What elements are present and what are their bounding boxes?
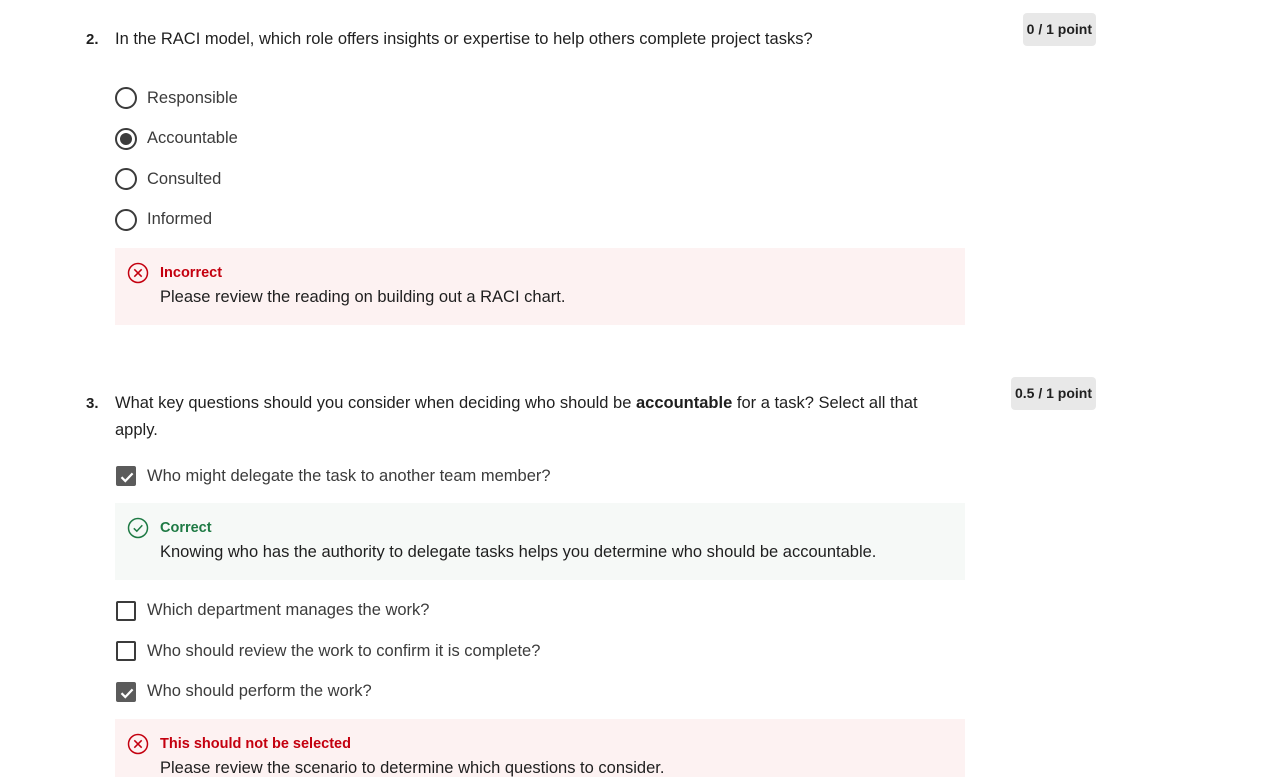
option-consulted[interactable]: Consulted	[115, 159, 1096, 200]
option-label: Who might delegate the task to another t…	[147, 466, 551, 485]
option-label: Who should review the work to confirm it…	[147, 641, 541, 660]
feedback-status: Incorrect	[160, 265, 223, 281]
option-accountable[interactable]: Accountable	[115, 119, 1096, 160]
option-label: Accountable	[147, 129, 238, 148]
question-3: 3. What key questions should you conside…	[86, 377, 1096, 777]
checkmark-icon	[120, 472, 134, 483]
option-department[interactable]: Which department manages the work?	[115, 591, 1096, 632]
option-perform[interactable]: Who should perform the work?	[115, 672, 1096, 713]
checkbox[interactable]	[116, 641, 136, 662]
option-label: Informed	[147, 210, 213, 229]
feedback-incorrect: Incorrect Please review the reading on b…	[115, 248, 965, 325]
points-badge: 0 / 1 point	[1022, 13, 1096, 46]
question-emphasis: accountable	[636, 394, 733, 412]
option-label: Which department manages the work?	[147, 601, 430, 620]
option-label: Consulted	[147, 169, 222, 188]
answer-options: Which department manages the work? Who s…	[115, 591, 1096, 713]
points-badge: 0.5 / 1 point	[1010, 377, 1096, 410]
x-circle-icon	[127, 262, 149, 284]
checkmark-icon	[120, 688, 134, 699]
feedback-incorrect: This should not be selected Please revie…	[115, 719, 965, 777]
question-number: 2.	[86, 31, 99, 48]
feedback-correct: Correct Knowing who has the authority to…	[115, 502, 965, 580]
option-label: Who should perform the work?	[147, 682, 372, 701]
option-responsible[interactable]: Responsible	[115, 78, 1096, 119]
option-informed[interactable]: Informed	[115, 200, 1096, 241]
radio-button[interactable]	[115, 168, 137, 191]
feedback-message: Knowing who has the authority to delegat…	[160, 542, 877, 561]
checkbox-checked[interactable]	[116, 681, 136, 702]
feedback-message: Please review the reading on building ou…	[160, 288, 566, 306]
option-label: Responsible	[147, 88, 238, 107]
radio-button[interactable]	[115, 87, 137, 110]
check-circle-icon	[127, 517, 149, 539]
x-circle-icon	[127, 733, 149, 755]
checkbox[interactable]	[116, 600, 136, 621]
feedback-message: Please review the scenario to determine …	[160, 759, 665, 777]
radio-button[interactable]	[115, 208, 137, 231]
option-review[interactable]: Who should review the work to confirm it…	[115, 631, 1096, 672]
radio-button-selected[interactable]	[115, 127, 137, 150]
answer-options: Who might delegate the task to another t…	[115, 456, 1096, 497]
question-number: 3.	[86, 395, 99, 412]
question-text-part: What key questions should you consider w…	[115, 394, 636, 412]
question-header: 2. In the RACI model, which role offers …	[86, 13, 1096, 53]
option-delegate[interactable]: Who might delegate the task to another t…	[115, 456, 1096, 497]
feedback-status: This should not be selected	[160, 736, 351, 752]
checkbox-checked[interactable]	[116, 466, 136, 487]
feedback-status: Correct	[160, 519, 212, 536]
question-header: 3. What key questions should you conside…	[86, 377, 1096, 444]
question-text: What key questions should you consider w…	[115, 390, 935, 444]
answer-options: Responsible Accountable Consulted Inform…	[115, 78, 1096, 240]
question-text: In the RACI model, which role offers ins…	[115, 30, 813, 48]
question-2: 2. In the RACI model, which role offers …	[86, 13, 1096, 325]
